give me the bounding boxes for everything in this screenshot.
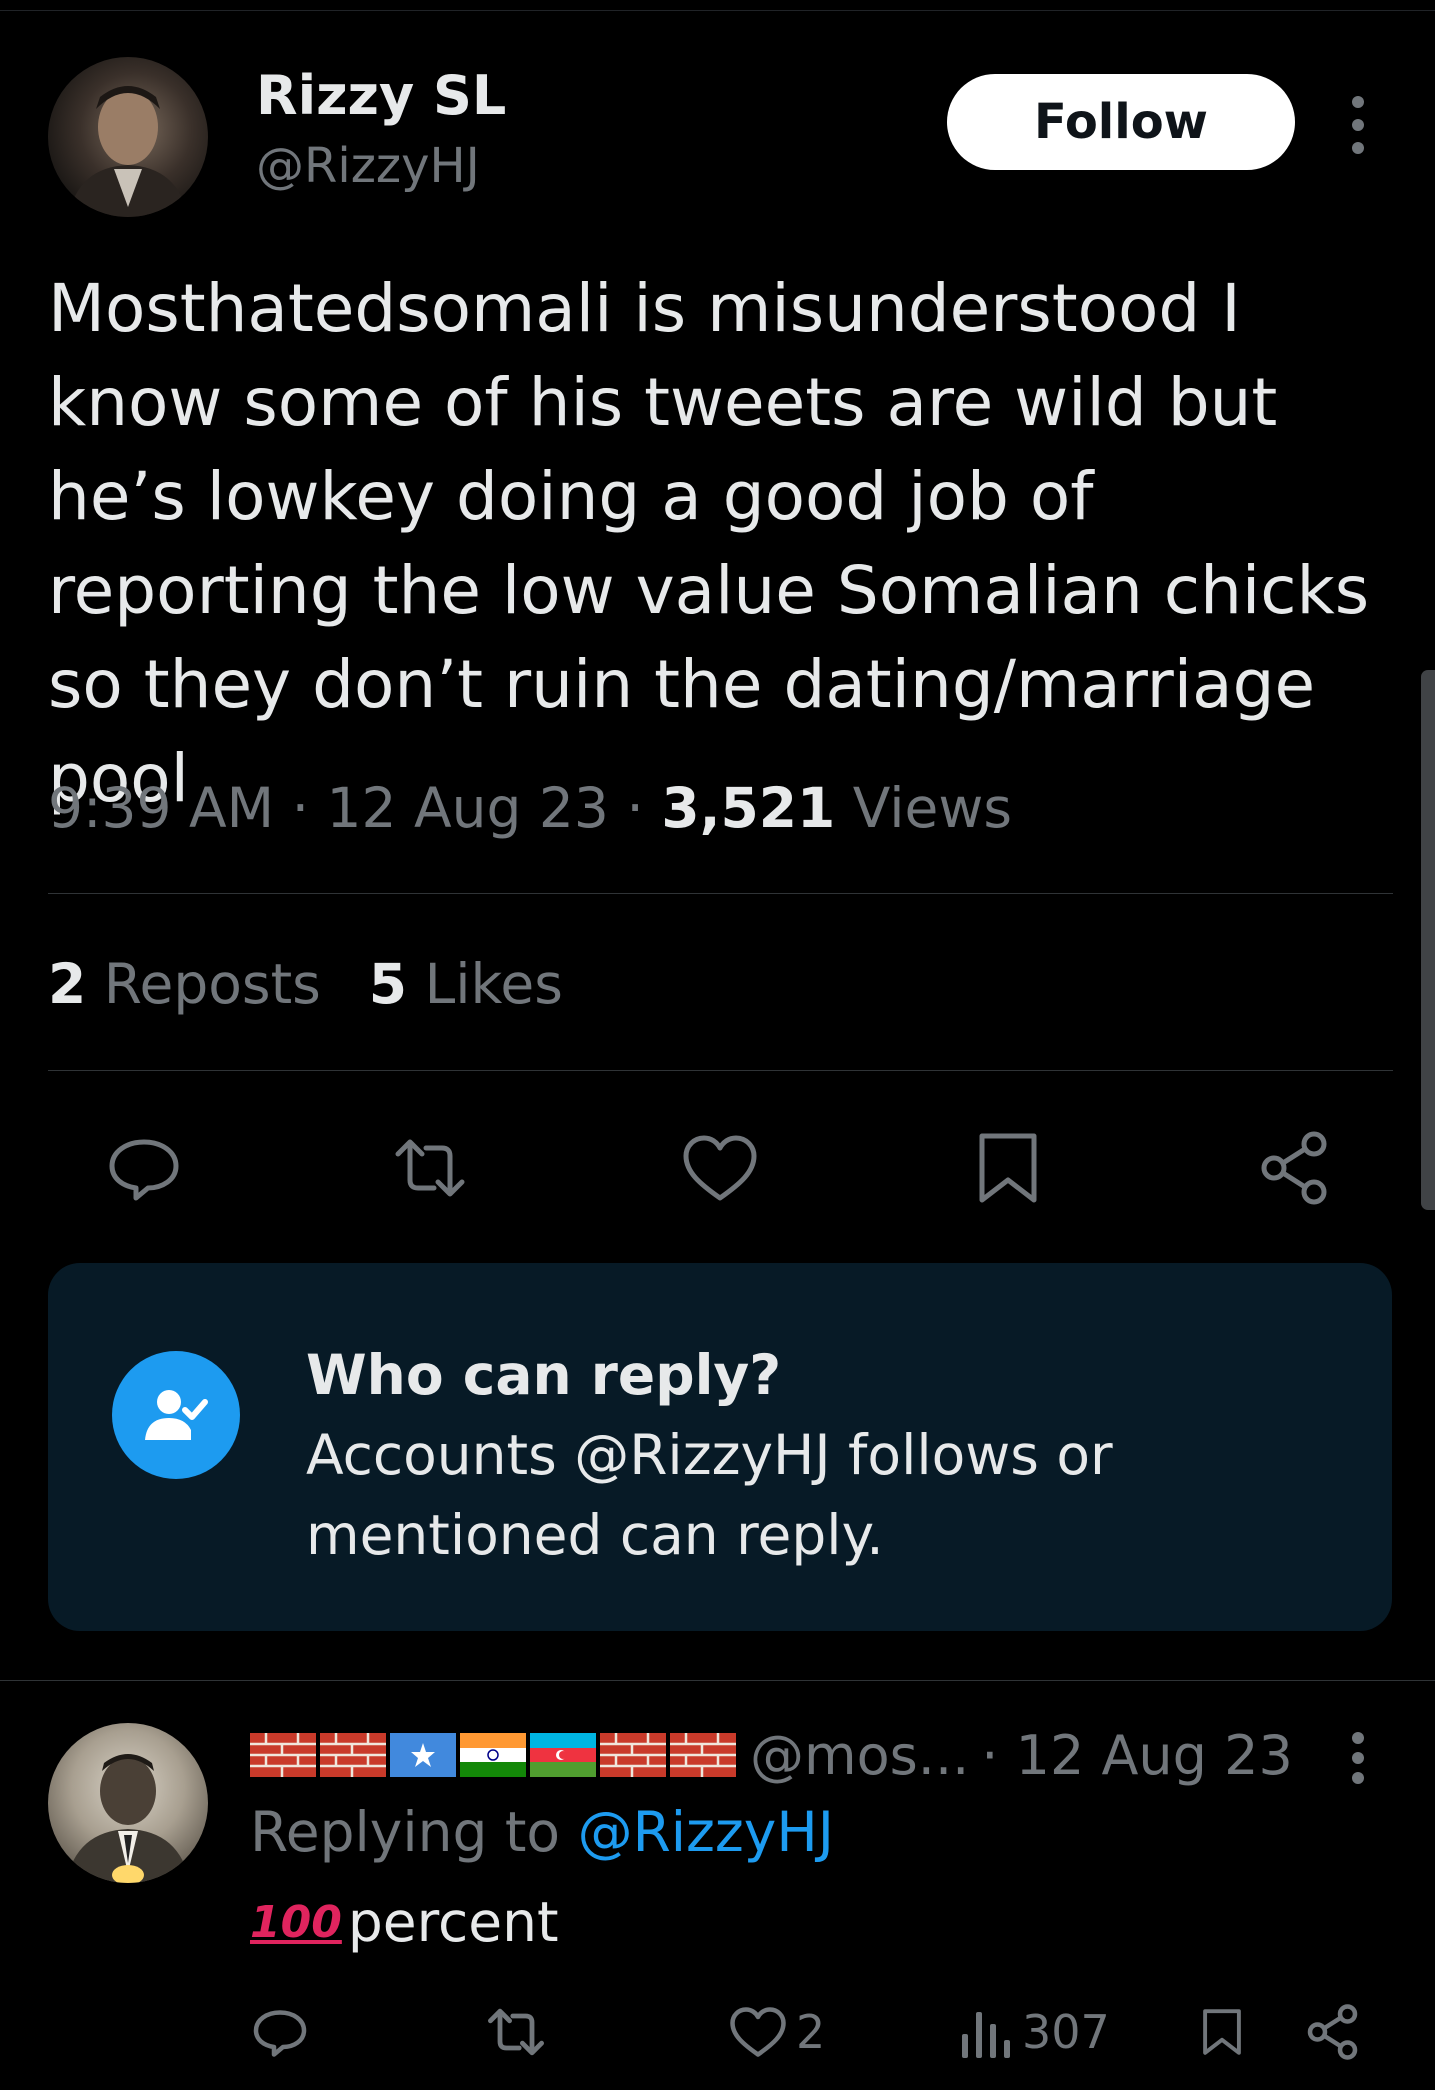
separator-dot: · (626, 776, 662, 840)
reply-like-count: 2 (796, 2005, 826, 2059)
engagement-stats: 2 Reposts 5 Likes (48, 952, 563, 1016)
who-can-reply-body: Accounts @RizzyHJ follows or mentioned c… (306, 1423, 1113, 1567)
hundred-points-emoji: 100 (250, 1896, 342, 1948)
somalia-flag-icon (390, 1733, 456, 1777)
divider (48, 893, 1393, 894)
author-handle[interactable]: @RizzyHJ (256, 138, 480, 194)
heart-icon[interactable] (680, 1128, 760, 1208)
reply-date[interactable]: · 12 Aug 23 (981, 1724, 1293, 1787)
likes-stat[interactable]: 5 Likes (369, 952, 563, 1016)
views-label: Views (852, 776, 1012, 840)
reposts-count: 2 (48, 952, 87, 1016)
tweet-time[interactable]: 9:39 AM (48, 776, 274, 840)
reply-text: 100 percent (250, 1890, 559, 1954)
bookmark-icon[interactable] (1196, 2000, 1248, 2064)
replying-to-mention[interactable]: @RizzyHJ (578, 1800, 834, 1864)
divider (0, 10, 1435, 11)
tweet-detail-page: Rizzy SL @RizzyHJ Follow Mosthatedsomali… (0, 0, 1435, 2090)
repost-icon[interactable] (484, 2000, 548, 2064)
views-icon (962, 2012, 1010, 2058)
more-vertical-icon[interactable] (1330, 90, 1386, 160)
who-can-reply-title: Who can reply? (306, 1343, 782, 1407)
more-vertical-icon[interactable] (1330, 1728, 1386, 1788)
user-check-icon (112, 1351, 240, 1479)
reply-view-count: 307 (1022, 2005, 1110, 2059)
scrollbar-thumb[interactable] (1421, 670, 1435, 1210)
brick-wall-icon (250, 1733, 316, 1777)
like-button[interactable]: 2 (728, 2000, 825, 2064)
tweet-meta: 9:39 AM · 12 Aug 23 · 3,521 Views (48, 776, 1012, 840)
reply-icon[interactable] (104, 1128, 184, 1208)
tweet-date[interactable]: 12 Aug 23 (327, 776, 609, 840)
divider (48, 1070, 1393, 1071)
reply-author-avatar[interactable] (48, 1723, 208, 1883)
share-icon[interactable] (1256, 1128, 1336, 1208)
likes-count: 5 (368, 952, 408, 1016)
reply-author-handle[interactable]: @mos... (750, 1724, 969, 1787)
tweet-text: Mosthatedsomali is misunderstood I know … (48, 270, 1370, 817)
reply-header: @mos... · 12 Aug 23 (250, 1720, 1293, 1790)
views-button[interactable]: 307 (958, 2000, 1110, 2064)
separator-dot: · (291, 776, 327, 840)
follow-button[interactable]: Follow (947, 74, 1295, 170)
reply-icon[interactable] (250, 2000, 310, 2064)
who-can-reply-card: Who can reply? Accounts @RizzyHJ follows… (48, 1263, 1392, 1631)
author-avatar[interactable] (48, 57, 208, 217)
brick-wall-icon (600, 1733, 666, 1777)
replying-to: Replying to @RizzyHJ (250, 1800, 834, 1864)
heart-icon (730, 2007, 786, 2057)
bookmark-icon[interactable] (968, 1128, 1048, 1208)
azerbaijan-flag-icon (530, 1733, 596, 1777)
brick-wall-icon (320, 1733, 386, 1777)
views-count: 3,521 (661, 776, 836, 840)
share-icon[interactable] (1304, 2000, 1364, 2064)
replying-to-prefix: Replying to (250, 1800, 561, 1864)
repost-icon[interactable] (390, 1128, 470, 1208)
reposts-label: Reposts (103, 952, 321, 1016)
reply-text-body: percent (347, 1890, 559, 1954)
display-name-emoji (250, 1733, 736, 1777)
brick-wall-icon (670, 1733, 736, 1777)
reposts-stat[interactable]: 2 Reposts (48, 952, 321, 1016)
likes-label: Likes (424, 952, 563, 1016)
author-display-name[interactable]: Rizzy SL (256, 64, 506, 127)
divider (0, 1680, 1435, 1681)
india-flag-icon (460, 1733, 526, 1777)
